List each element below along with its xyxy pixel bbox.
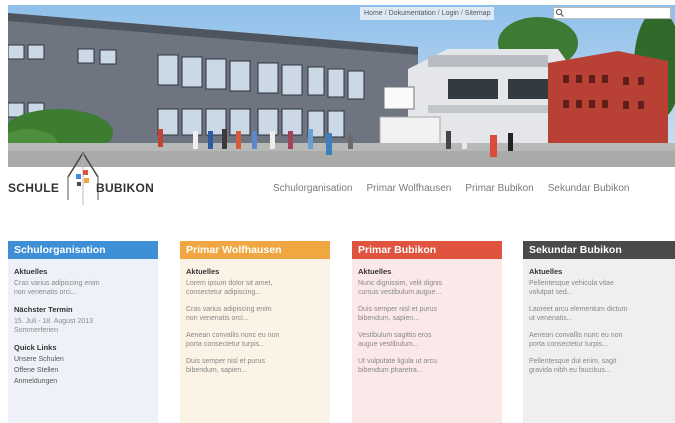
main-nav: Schulorganisation Primar Wolfhausen Prim…: [273, 183, 643, 194]
news-teaser[interactable]: Pellentesque dui enim, sagit gravida nib…: [529, 357, 669, 375]
topnav-home-link[interactable]: Home: [364, 10, 383, 17]
column-title[interactable]: Sekundar Bubikon: [523, 241, 675, 259]
section-heading: Quick Links: [14, 343, 57, 352]
section-heading: Aktuelles: [186, 267, 220, 276]
nav-sekundar-bubikon[interactable]: Sekundar Bubikon: [548, 183, 630, 194]
nav-primar-wolfhausen[interactable]: Primar Wolfhausen: [367, 183, 452, 194]
column-schulorganisation: Schulorganisation Aktuelles Cras varius …: [8, 241, 158, 423]
quick-link[interactable]: Unsere Schulen: [14, 355, 152, 364]
top-utility-nav: Home / Dokumentation / Login / Sitemap: [360, 7, 495, 20]
news-teaser[interactable]: Aenean convallis nunc eu non porta conse…: [529, 331, 669, 349]
topnav-separator: /: [437, 10, 440, 17]
brand-name-right: BUBIKON: [96, 181, 155, 195]
news-teaser[interactable]: Ut vulputate ligula ut arcu bibendum pha…: [358, 357, 496, 375]
section-heading: Aktuelles: [14, 267, 48, 276]
quick-link[interactable]: Anmeldungen: [14, 377, 152, 386]
news-teaser[interactable]: Laoreet arcu elementum dictum ut venenat…: [529, 305, 669, 323]
section-heading: Nächster Termin: [14, 305, 73, 314]
news-teaser[interactable]: Duis semper nisl et purus bibendum, sapi…: [186, 357, 324, 375]
news-teaser[interactable]: Duis semper nisl et purus bibendum, sapi…: [358, 305, 496, 323]
topnav-login-link[interactable]: Login: [442, 10, 459, 17]
column-sekundar-bubikon: Sekundar Bubikon Aktuelles Pellentesque …: [523, 241, 675, 423]
nav-primar-bubikon[interactable]: Primar Bubikon: [465, 183, 533, 194]
section-heading: Aktuelles: [529, 267, 563, 276]
column-title[interactable]: Primar Wolfhausen: [180, 241, 330, 259]
column-primar-bubikon: Primar Bubikon Aktuelles Nunc dignissim,…: [352, 241, 502, 423]
nav-schulorganisation[interactable]: Schulorganisation: [273, 183, 353, 194]
section-heading: Aktuelles: [358, 267, 392, 276]
brand-name-left: SCHULE: [8, 181, 60, 195]
news-teaser[interactable]: Cras varius adipiscing enim non venenati…: [14, 279, 152, 297]
column-title[interactable]: Primar Bubikon: [352, 241, 502, 259]
news-teaser[interactable]: Lorem ipsum dolor sit amet, consectetur …: [186, 279, 324, 297]
news-teaser[interactable]: Aenean convallis nunc eu non porta conse…: [186, 331, 324, 349]
column-title[interactable]: Schulorganisation: [8, 241, 158, 259]
next-event: 15. Juli - 18. August 2013 Sommerferien: [14, 318, 93, 334]
news-teaser[interactable]: Nunc dignissim, velit dignis cursus vest…: [358, 279, 496, 297]
topnav-separator: /: [384, 10, 387, 17]
news-teaser[interactable]: Cras varius adipiscing enim non venenati…: [186, 305, 324, 323]
topnav-dokumentation-link[interactable]: Dokumentation: [389, 10, 436, 17]
search-input[interactable]: [553, 7, 671, 19]
school-logo-icon[interactable]: [8, 150, 178, 205]
news-teaser[interactable]: Vestibulum sagittis eros augue vestibulu…: [358, 331, 496, 349]
hero-image: [8, 5, 675, 167]
search-icon[interactable]: [555, 8, 565, 18]
topnav-separator: /: [460, 10, 463, 17]
topnav-sitemap-link[interactable]: Sitemap: [465, 10, 491, 17]
quick-link[interactable]: Offene Stellen: [14, 366, 152, 375]
column-primar-wolfhausen: Primar Wolfhausen Aktuelles Lorem ipsum …: [180, 241, 330, 423]
news-teaser[interactable]: Pellentesque vehicula vitae volutpat sed…: [529, 279, 669, 297]
